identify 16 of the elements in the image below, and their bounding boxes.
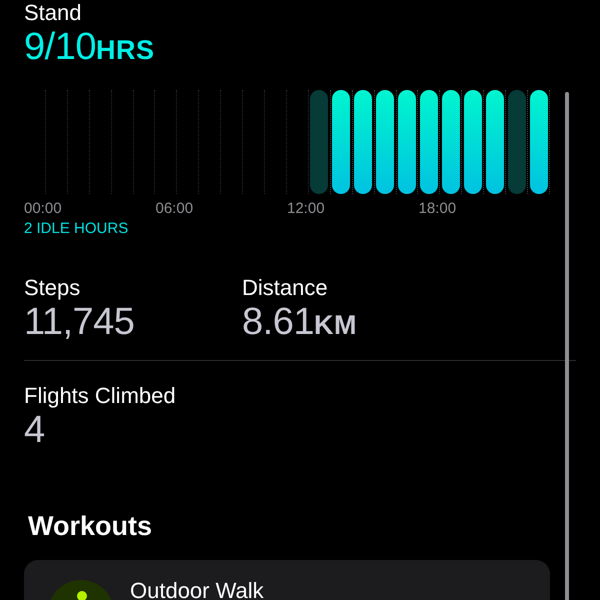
section-title: Workouts	[28, 511, 154, 542]
time-tick: 00:00	[24, 200, 62, 217]
stand-value: 9/10HRS	[24, 26, 156, 70]
workout-card[interactable]: Outdoor Walk	[24, 560, 550, 600]
stand-label: Stand	[24, 0, 82, 26]
metric-label: Steps	[24, 275, 82, 301]
workout-name: Outdoor Walk	[130, 578, 264, 600]
metric-value: 11,745	[24, 301, 136, 343]
metric-value: 4	[24, 409, 46, 451]
metric-value: 8.61KM	[242, 301, 358, 345]
idle-hours-note: 2 IDLE HOURS	[24, 220, 130, 237]
metric-label: Distance	[242, 275, 329, 301]
time-tick: 06:00	[156, 200, 194, 217]
metric-label: Flights Climbed	[24, 383, 177, 409]
time-tick: 12:00	[287, 200, 325, 217]
time-tick: 18:00	[418, 200, 456, 217]
